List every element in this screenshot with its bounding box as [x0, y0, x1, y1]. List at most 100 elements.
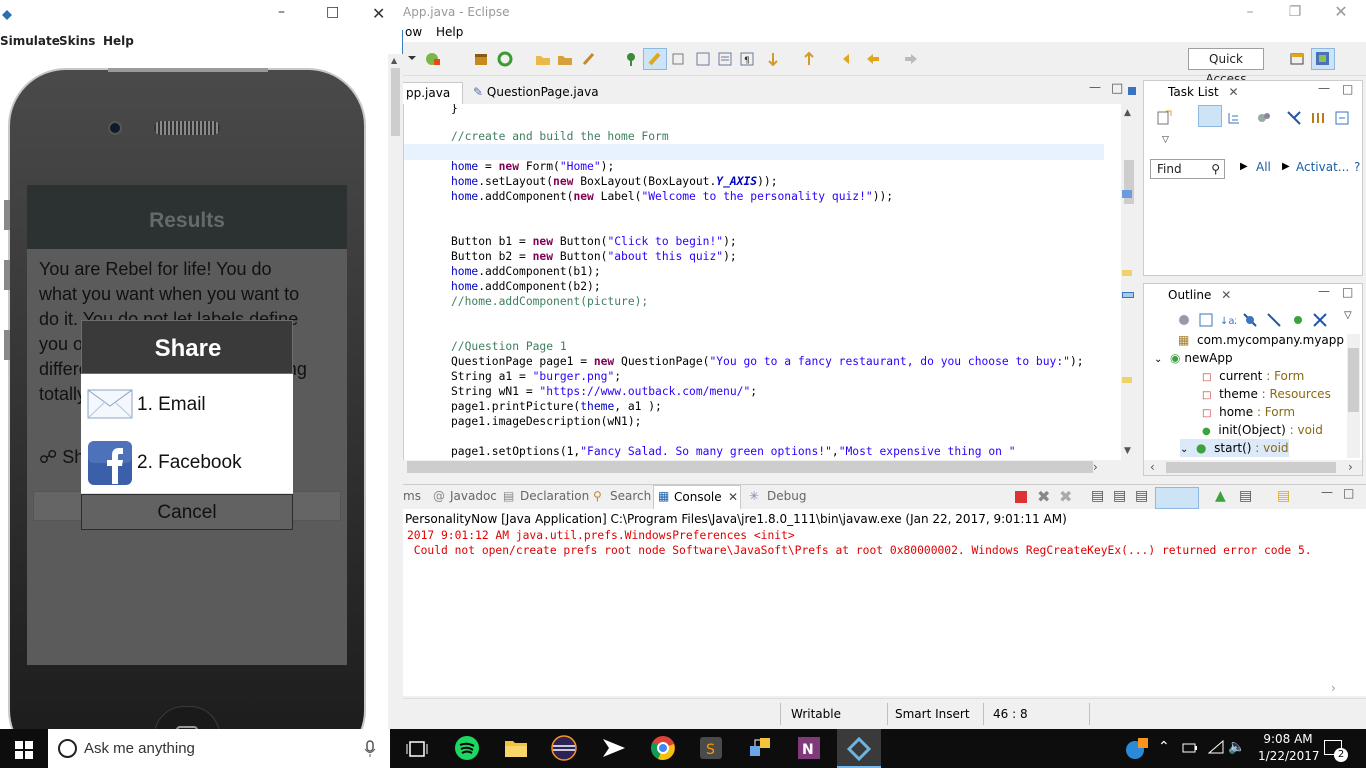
new-java-icon[interactable] [425, 51, 441, 67]
scrollbar-thumb[interactable] [407, 461, 1093, 473]
close-tab-icon[interactable]: ✕ [728, 490, 738, 504]
minimize-view-icon[interactable]: — [1089, 80, 1101, 94]
network-app-icon[interactable] [746, 734, 774, 762]
hide-local-types-icon[interactable] [1312, 312, 1328, 328]
task-list-title[interactable]: Task List ✕ [1144, 81, 1239, 103]
close-button[interactable]: ✕ [1324, 2, 1358, 22]
tab-problems[interactable]: ms [403, 489, 421, 503]
quick-access-field[interactable]: Quick Access [1188, 48, 1264, 86]
scrollbar-thumb[interactable] [1348, 348, 1359, 412]
paragraph-icon[interactable]: ¶ [739, 51, 755, 67]
maximize-view-icon[interactable]: □ [1343, 486, 1354, 500]
tab-debug[interactable]: Debug [767, 489, 806, 503]
view-menu-icon[interactable]: ▽ [1162, 135, 1169, 145]
menu-help[interactable]: Help [103, 34, 134, 48]
outline-item-field[interactable]: □ current : Form [1202, 367, 1304, 385]
minimize-button[interactable]: – [278, 4, 285, 20]
menu-window[interactable]: ow [405, 25, 422, 39]
tab-javadoc[interactable]: Javadoc [450, 489, 497, 503]
scroll-right-icon[interactable]: › [1093, 460, 1098, 474]
tab-app-java[interactable]: pp.java ✕ [399, 82, 463, 120]
hide-completed-icon[interactable] [1286, 110, 1302, 126]
task-view-icon[interactable] [406, 741, 428, 757]
display-console-icon[interactable]: ▤ [1239, 488, 1252, 504]
remove-all-icon[interactable]: ✖ [1059, 487, 1072, 506]
remove-launch-icon[interactable]: ✖ [1037, 487, 1050, 506]
outline-item-field[interactable]: □ theme : Resources [1202, 385, 1331, 403]
cancel-button[interactable]: Cancel [81, 494, 293, 530]
menu-simulate[interactable]: Simulate [0, 34, 60, 48]
outline-item-method-selected[interactable]: ⌄ ● start() : void [1180, 439, 1289, 457]
active-app-slot[interactable] [837, 729, 881, 768]
scroll-lock-icon[interactable]: ▤ [1113, 488, 1126, 504]
microphone-icon[interactable] [364, 740, 376, 758]
back-icon[interactable] [865, 51, 881, 67]
last-edit-icon[interactable] [841, 51, 857, 67]
next-annotation-icon[interactable] [765, 51, 781, 67]
share-button[interactable]: ☍ Sh [39, 447, 84, 468]
code-area[interactable]: } //create and build the home Form home … [451, 104, 1121, 460]
hide-fields-icon[interactable] [1242, 312, 1258, 328]
show-console-toggle[interactable] [1155, 487, 1199, 509]
focus-icon[interactable] [1176, 312, 1192, 328]
outline-item-field[interactable]: □ home : Form [1202, 403, 1295, 421]
windows-start-icon[interactable] [15, 741, 33, 759]
categorized-toggle[interactable] [1198, 105, 1222, 127]
hide-static-icon[interactable] [1266, 312, 1282, 328]
onenote-icon[interactable]: N [795, 734, 823, 762]
file-explorer-icon[interactable] [502, 734, 530, 762]
scrollbar-thumb[interactable] [1166, 462, 1336, 473]
chrome-icon[interactable] [649, 734, 677, 762]
open-type-icon[interactable] [557, 51, 573, 67]
code-editor[interactable]: } //create and build the home Form home … [403, 104, 1121, 460]
collapse-all-icon[interactable] [1334, 110, 1350, 126]
open-folder-icon[interactable] [535, 51, 551, 67]
expand-arrow-icon[interactable]: ▶ [1240, 161, 1248, 172]
find-task-input[interactable]: Find ⚲ [1150, 159, 1225, 179]
editor-vertical-scrollbar[interactable]: ▲ ▼ [1121, 104, 1136, 460]
new-task-icon[interactable] [1156, 110, 1172, 126]
clock-date[interactable]: 1/22/2017 [1258, 749, 1320, 763]
outline-horizontal-scrollbar[interactable]: ‹ › [1144, 460, 1362, 475]
scroll-up-icon[interactable]: ▲ [391, 56, 397, 65]
tab-declaration[interactable]: Declaration [520, 489, 589, 503]
pin-console-icon[interactable]: ▲ [1215, 488, 1226, 504]
show-whitespace-icon[interactable] [695, 51, 711, 67]
outline-item-method[interactable]: ● init(Object) : void [1202, 421, 1323, 439]
minimize-view-icon[interactable]: — [1318, 284, 1330, 298]
outline-item-class[interactable]: ⌄ ◉ newApp [1154, 349, 1233, 367]
maximize-view-icon[interactable]: □ [1342, 285, 1353, 299]
console-horizontal-scrollbar[interactable]: › [403, 681, 1366, 696]
terminate-icon[interactable] [1015, 491, 1027, 503]
minimize-view-icon[interactable]: — [1318, 81, 1330, 95]
expand-arrow-icon[interactable]: ▶ [1282, 161, 1290, 172]
search-tool-icon[interactable] [581, 51, 597, 67]
filter-icon[interactable] [1256, 110, 1272, 126]
menu-help[interactable]: Help [436, 25, 463, 39]
maximize-view-icon[interactable]: □ [1342, 82, 1353, 96]
tab-questionpage-java[interactable]: ✎ QuestionPage.java [467, 82, 605, 104]
share-option-facebook[interactable]: 2. Facebook [81, 432, 293, 494]
maximize-view-icon[interactable]: □ [1111, 81, 1123, 96]
cortana-search-box[interactable]: Ask me anything [48, 729, 390, 768]
dropdown-arrow-icon[interactable] [407, 52, 417, 64]
block-selection-icon[interactable] [671, 51, 687, 67]
synchronize-icon[interactable] [1310, 110, 1326, 126]
prev-annotation-icon[interactable] [801, 51, 817, 67]
share-option-email[interactable]: 1. Email [81, 374, 293, 436]
volume-muted-icon[interactable]: 🔈 [1228, 739, 1245, 755]
activate-task-link[interactable]: Activat... [1296, 160, 1349, 174]
annotation-icon[interactable] [623, 51, 639, 67]
view-menu-icon[interactable]: ▽ [1344, 310, 1352, 321]
media-player-icon[interactable] [600, 734, 628, 762]
tab-console[interactable]: ▦ Console ✕ [653, 485, 741, 509]
package-icon[interactable] [473, 51, 489, 67]
scroll-down-icon[interactable]: ▼ [1124, 446, 1131, 456]
spotify-icon[interactable] [453, 734, 481, 762]
restore-button[interactable]: ❐ [1278, 2, 1312, 22]
scheduled-icon[interactable] [1226, 110, 1242, 126]
menu-skins[interactable]: Skins [59, 34, 95, 48]
scroll-up-icon[interactable]: ▲ [1124, 108, 1131, 118]
minimize-button[interactable]: – [1233, 2, 1267, 22]
collapse-all-icon[interactable] [1198, 312, 1214, 328]
